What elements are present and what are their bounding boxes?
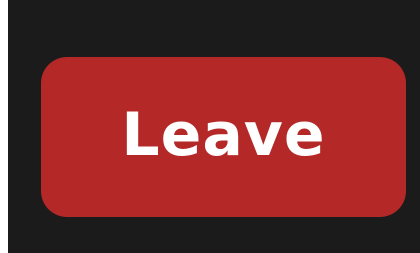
meeting-controls-frame: Leave (8, 0, 420, 253)
leave-button-label: Leave (121, 100, 326, 170)
leave-button[interactable]: Leave (41, 57, 406, 217)
